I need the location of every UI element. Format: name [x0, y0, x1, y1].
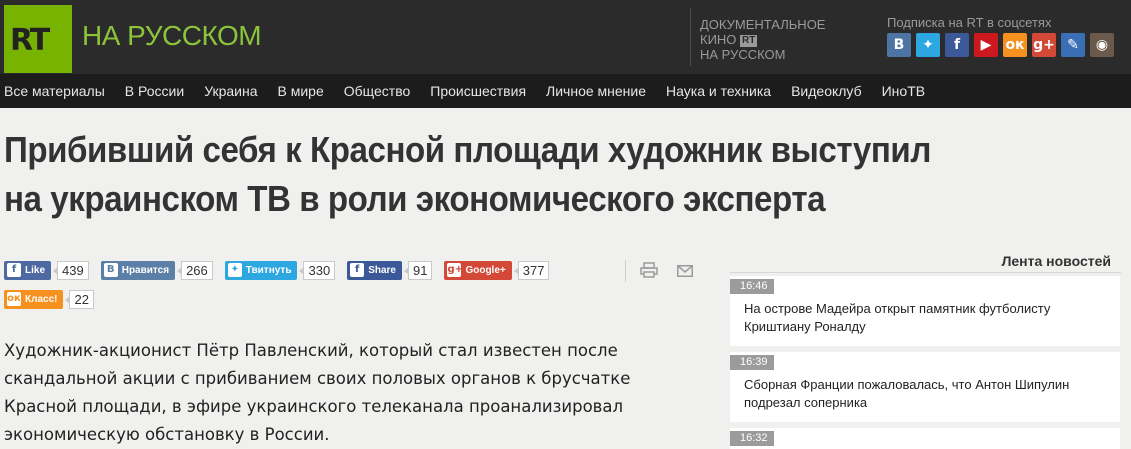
- share-button[interactable]: f Like: [4, 260, 52, 280]
- nav-item[interactable]: В мире: [268, 83, 334, 99]
- share-button-label: Like: [25, 264, 46, 276]
- doc-line-2: КИНО RT: [700, 32, 758, 47]
- share-button[interactable]: ок Класс!: [4, 289, 64, 309]
- share-count: 91: [403, 260, 433, 280]
- rt-doc-link[interactable]: ДОКУМЕНТАЛЬНОЕ КИНО RT НА РУССКОМ: [700, 17, 825, 62]
- share-network-icon: f: [7, 263, 21, 277]
- doc-line-3: НА РУССКОМ: [700, 47, 786, 62]
- share-network-icon: g+: [447, 263, 463, 277]
- rt-logo[interactable]: RT: [4, 5, 72, 73]
- news-feed-item[interactable]: 16:32: [730, 428, 1120, 449]
- news-headline: На острове Мадейра открыт памятник футбо…: [744, 301, 1051, 334]
- nav-item[interactable]: В России: [115, 83, 194, 99]
- nav-item[interactable]: Личное мнение: [536, 83, 656, 99]
- share-group: f Like 439: [4, 260, 89, 280]
- nav-item[interactable]: Общество: [334, 83, 421, 99]
- share-button-label: Класс!: [25, 293, 58, 305]
- print-icon[interactable]: [640, 262, 658, 278]
- share-count: 266: [177, 260, 213, 280]
- share-network-icon: ок: [7, 292, 21, 306]
- article-headline: Прибивший себя к Красной площади художни…: [4, 129, 931, 219]
- vk-icon[interactable]: В: [887, 33, 911, 57]
- nav-item[interactable]: ИноТВ: [872, 83, 935, 99]
- googleplus-icon[interactable]: g+: [1032, 33, 1056, 57]
- share-button-label: Share: [368, 264, 396, 276]
- share-count: 330: [299, 260, 336, 280]
- news-feed-item[interactable]: 16:39 Сборная Франции пожаловалась, что …: [730, 352, 1120, 422]
- youtube-icon[interactable]: ▶: [974, 33, 998, 57]
- mail-icon[interactable]: [677, 265, 693, 277]
- news-time: 16:32: [730, 431, 774, 446]
- share-count: 22: [65, 289, 94, 309]
- share-button[interactable]: g+ Google+: [444, 260, 512, 280]
- rt-logo-text: RT: [10, 23, 50, 58]
- share-divider: [625, 260, 626, 282]
- share-button-label: Твитнуть: [245, 264, 292, 276]
- share-bar: f Like 439 В Нравится 266 ✦ Твитнуть 330 f Share 91…: [4, 260, 550, 280]
- main-nav: Все материалы В России Украина В мире Общест…: [0, 74, 1131, 108]
- share-group: В Нравится 266: [100, 260, 213, 280]
- facebook-icon[interactable]: f: [945, 33, 969, 57]
- share-button-label: Нравится: [121, 264, 170, 276]
- nav-item[interactable]: Все материалы: [0, 83, 115, 99]
- news-feed-title[interactable]: Лента новостей: [940, 253, 1111, 269]
- share-group: f Share 91: [347, 260, 433, 280]
- share-button-label: Google+: [465, 264, 506, 276]
- share-bar-secondary: ок Класс! 22: [4, 289, 94, 309]
- share-group: ✦ Твитнуть 330: [224, 260, 336, 280]
- rt-doc-logo: RT: [740, 35, 758, 47]
- instagram-icon[interactable]: ◉: [1090, 33, 1114, 57]
- share-count: 377: [513, 260, 550, 280]
- social-links: В ✦ f ▶ ок g+ ✎ ◉: [887, 33, 1114, 57]
- odnoklassniki-icon[interactable]: ок: [1003, 33, 1027, 57]
- nav-item[interactable]: Украина: [194, 83, 267, 99]
- nav-item[interactable]: Наука и техника: [656, 83, 781, 99]
- doc-line-1: ДОКУМЕНТАЛЬНОЕ: [700, 17, 826, 32]
- article-lead: Художник-акционист Пётр Павленский, кото…: [4, 341, 631, 444]
- twitter-icon[interactable]: ✦: [916, 33, 940, 57]
- share-count: 439: [53, 260, 89, 280]
- news-feed-divider: [730, 272, 1121, 273]
- nav-item[interactable]: Видеоклуб: [781, 83, 872, 99]
- subscribe-label: Подписка на RT в соцсетях: [887, 15, 1052, 30]
- site-header: RT НА РУССКОМ ДОКУМЕНТАЛЬНОЕ КИНО RT НА …: [0, 0, 1131, 74]
- share-network-icon: ✦: [227, 263, 242, 277]
- news-headline: Сборная Франции пожаловалась, что Антон …: [744, 377, 1070, 410]
- header-divider: [690, 8, 691, 66]
- share-network-icon: f: [350, 263, 365, 277]
- share-group: g+ Google+ 377: [444, 260, 550, 280]
- livejournal-icon[interactable]: ✎: [1061, 33, 1085, 57]
- news-time: 16:46: [730, 279, 774, 294]
- nav-item[interactable]: Происшествия: [420, 83, 536, 99]
- share-button[interactable]: В Нравится: [100, 260, 176, 280]
- share-group: ок Класс! 22: [4, 289, 94, 309]
- share-button[interactable]: f Share: [347, 260, 402, 280]
- news-feed-item[interactable]: 16:46 На острове Мадейра открыт памятник…: [730, 276, 1120, 346]
- share-network-icon: В: [103, 263, 118, 277]
- news-time: 16:39: [730, 355, 774, 370]
- brand-title[interactable]: НА РУССКОМ: [82, 20, 262, 52]
- share-button[interactable]: ✦ Твитнуть: [224, 260, 298, 280]
